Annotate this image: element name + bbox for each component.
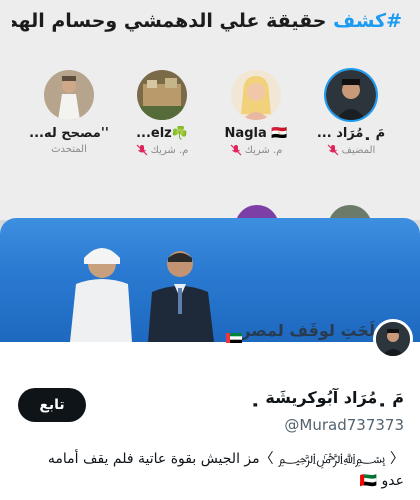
space-title: #كشف حقيقة علي الدهمشي وحسام الهطف bbox=[12, 10, 402, 32]
uae-flag-icon bbox=[226, 333, 242, 343]
speaker-role: المضيف bbox=[341, 144, 376, 156]
speaker-avatar bbox=[231, 70, 281, 120]
avatar bbox=[231, 70, 281, 120]
profile-display-name: مَ ﮼مُرَاد آبُوكريشَة ﮼ bbox=[250, 388, 404, 407]
profile-bio: 〈 ﷽ 〉مز الجيش بقوة عاتية فلم يقف أمامه ع… bbox=[14, 448, 404, 492]
speaker-role: م. شريك bbox=[244, 144, 283, 156]
speaker-speaker[interactable]: ''مصحح له... المتحدث bbox=[22, 70, 116, 155]
space-title-text: حقيقة علي الدهمشي وحسام الهطف bbox=[12, 10, 334, 32]
speaker-role: المتحدث bbox=[51, 144, 87, 155]
mic-muted-icon bbox=[327, 144, 339, 156]
speaker-avatar bbox=[44, 70, 94, 120]
speaker-cohost-1[interactable]: Nagla 🇪🇬 م. شريك bbox=[209, 70, 303, 156]
speakers-grid: مَ ﮼مُرَاد ... المضيف Nagla 🇪🇬 م. شريك ☘… bbox=[0, 70, 420, 170]
avatar bbox=[326, 70, 376, 120]
profile-banner: لِمَصْلَحَتِ ﻟﻮﻗَﻒ ﻟﻤﺼﺮ bbox=[0, 218, 420, 343]
bio-line-1: 〈 ﷽ 〉مز الجيش بقوة عاتية فلم يقف أمامه bbox=[47, 451, 404, 467]
speaker-avatar bbox=[137, 70, 187, 120]
speaker-role-row: م. شريك bbox=[209, 144, 303, 156]
avatar bbox=[44, 70, 94, 120]
profile-sheet: لِمَصْلَحَتِ ﻟﻮﻗَﻒ ﻟﻤﺼﺮ تابع مَ ﮼مُرَاد … bbox=[0, 218, 420, 500]
speaker-role: م. شريك bbox=[150, 144, 189, 156]
mic-muted-icon bbox=[136, 144, 148, 156]
space-background: #كشف حقيقة علي الدهمشي وحسام الهطف مَ ﮼م… bbox=[0, 0, 420, 235]
avatar bbox=[137, 70, 187, 120]
speaker-name: مَ ﮼مُرَاد ... bbox=[316, 126, 386, 141]
speaker-role-row: المتحدث bbox=[22, 144, 116, 155]
bio-line-2: عدو 🇦🇪 bbox=[359, 473, 404, 489]
speaker-cohost-2[interactable]: ☘️elz... م. شريك bbox=[115, 70, 209, 156]
mic-muted-icon bbox=[230, 144, 242, 156]
speaker-name: Nagla 🇪🇬 bbox=[224, 126, 288, 141]
speaker-name: ''مصحح له... bbox=[29, 126, 109, 141]
speaker-name: ☘️elz... bbox=[136, 126, 188, 141]
speaker-host[interactable]: مَ ﮼مُرَاد ... المضيف bbox=[304, 70, 398, 156]
speaker-role-row: المضيف bbox=[304, 144, 398, 156]
profile-handle[interactable]: @Murad737373 bbox=[284, 416, 404, 434]
speaker-avatar bbox=[326, 70, 376, 120]
speaker-role-row: م. شريك bbox=[115, 144, 209, 156]
follow-button[interactable]: تابع bbox=[18, 388, 86, 422]
profile-avatar[interactable] bbox=[373, 319, 413, 359]
space-hashtag[interactable]: #كشف bbox=[333, 10, 402, 32]
